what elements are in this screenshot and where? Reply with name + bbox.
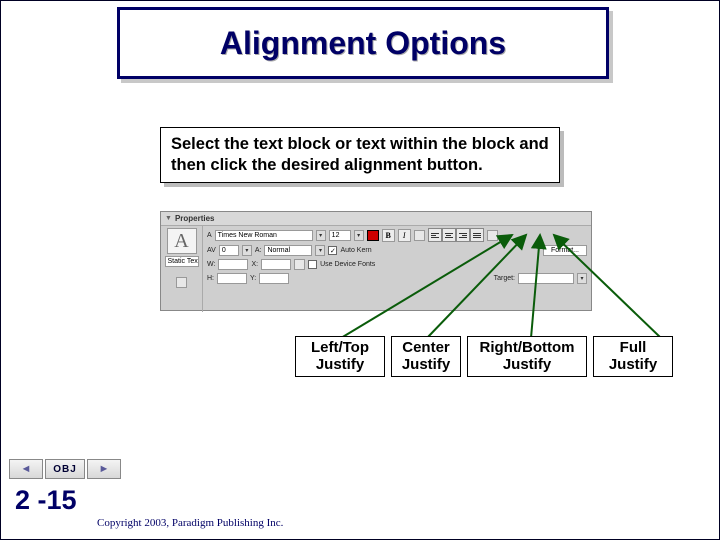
y-field[interactable] — [259, 273, 289, 284]
device-fonts-label: Use Device Fonts — [320, 261, 375, 268]
nav-obj-button[interactable]: OBJ — [45, 459, 85, 479]
panel-title: Properties — [175, 214, 215, 223]
chevron-down-icon[interactable]: ▾ — [577, 273, 587, 284]
slide-number: 2 -15 — [15, 485, 77, 516]
collapse-triangle-icon: ▼ — [165, 215, 172, 222]
callout-left-justify: Left/Top Justify — [295, 336, 385, 377]
instruction-box: Select the text block or text within the… — [160, 127, 560, 183]
autokern-checkbox[interactable]: ✓ — [328, 246, 337, 255]
callout-row: Left/Top Justify Center Justify Right/Bo… — [295, 336, 715, 377]
target-label: Target: — [494, 275, 515, 282]
kerning-label: AV — [207, 247, 216, 254]
format-button[interactable]: Format... — [543, 245, 587, 256]
chevron-down-icon[interactable]: ▾ — [315, 245, 325, 256]
selectable-button[interactable] — [294, 259, 305, 270]
kerning-field[interactable]: 0 — [219, 245, 239, 256]
font-family-dropdown[interactable]: Times New Roman — [215, 230, 313, 241]
callout-center-justify: Center Justify — [391, 336, 461, 377]
italic-button[interactable]: I — [398, 229, 411, 242]
orientation-button[interactable] — [487, 230, 498, 241]
callout-right-justify: Right/Bottom Justify — [467, 336, 587, 377]
align-justify-button[interactable] — [470, 228, 484, 242]
triangle-left-icon: ◄ — [21, 463, 32, 475]
text-color-swatch[interactable] — [367, 230, 379, 241]
alignment-button-group — [428, 228, 484, 242]
properties-panel: ▼ Properties A Static Text A Times New R… — [160, 211, 592, 311]
nav-prev-button[interactable]: ◄ — [9, 459, 43, 479]
h-label: H: — [207, 275, 214, 282]
triangle-right-icon: ► — [99, 463, 110, 475]
chevron-down-icon[interactable]: ▾ — [354, 230, 364, 241]
align-right-button[interactable] — [456, 228, 470, 242]
swap-icon — [176, 277, 187, 288]
w-label: W: — [207, 261, 215, 268]
callout-full-justify: Full Justify — [593, 336, 673, 377]
chevron-down-icon[interactable]: ▾ — [316, 230, 326, 241]
autokern-label: Auto Kern — [340, 247, 371, 254]
char-position-dropdown[interactable]: Normal — [264, 245, 312, 256]
nav-next-button[interactable]: ► — [87, 459, 121, 479]
height-field[interactable] — [217, 273, 247, 284]
bold-button[interactable]: B — [382, 229, 395, 242]
title-box: Alignment Options — [117, 7, 609, 79]
y-label: Y: — [250, 275, 256, 282]
copyright-text: Copyright 2003, Paradigm Publishing Inc. — [97, 517, 283, 529]
instruction-text: Select the text block or text within the… — [171, 134, 549, 177]
slide-title: Alignment Options — [220, 25, 506, 62]
nav-controls: ◄ OBJ ► — [9, 459, 121, 479]
text-direction-button[interactable] — [414, 230, 425, 241]
x-label: X: — [251, 261, 258, 268]
x-field[interactable] — [261, 259, 291, 270]
chevron-down-icon[interactable]: ▾ — [242, 245, 252, 256]
panel-header: ▼ Properties — [161, 212, 591, 226]
target-dropdown[interactable] — [518, 273, 574, 284]
text-type-dropdown[interactable]: Static Text — [165, 256, 199, 267]
device-fonts-checkbox[interactable] — [308, 260, 317, 269]
font-label: A — [207, 232, 212, 239]
position-label: A: — [255, 247, 262, 254]
font-size-field[interactable]: 12 — [329, 230, 351, 241]
width-field[interactable] — [218, 259, 248, 270]
text-tool-icon: A — [167, 228, 197, 254]
align-left-button[interactable] — [428, 228, 442, 242]
align-center-button[interactable] — [442, 228, 456, 242]
